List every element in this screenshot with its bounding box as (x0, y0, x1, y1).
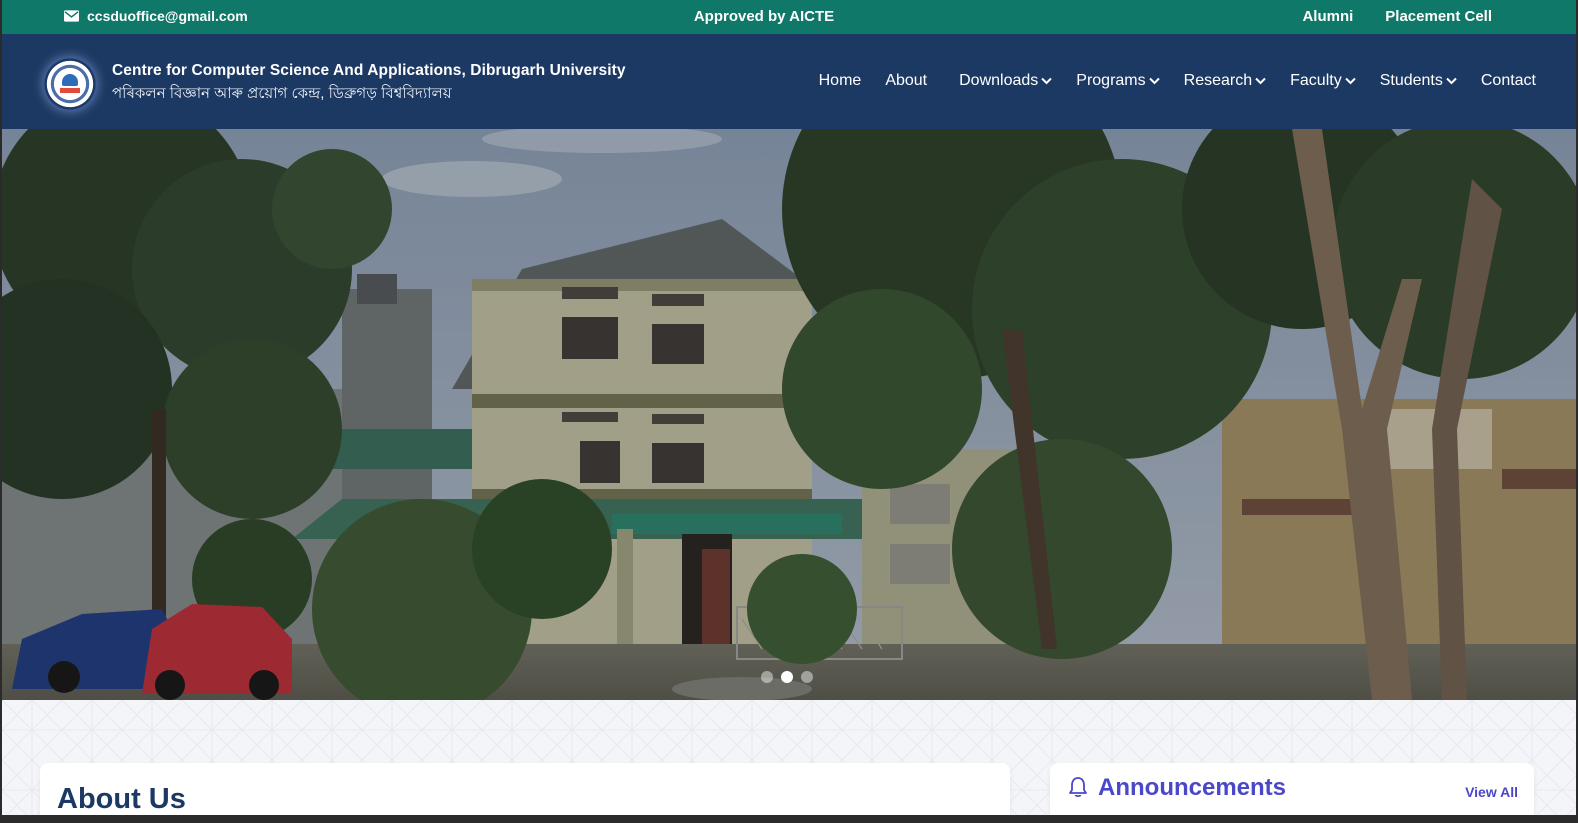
chevron-down-icon (1148, 77, 1160, 85)
nav-label: Students (1379, 72, 1443, 89)
nav-label: Programs (1076, 72, 1146, 89)
nav-item-programs[interactable]: Programs (1076, 72, 1160, 90)
about-heading: About Us (57, 783, 186, 815)
nav-label: Contact (1480, 72, 1536, 89)
nav-item-downloads[interactable]: Downloads (959, 72, 1052, 90)
nav-label: Home (818, 72, 862, 89)
chevron-down-icon (1255, 77, 1266, 85)
announcements-card: Announcements View All (1050, 763, 1534, 823)
carousel-dot-2[interactable] (781, 671, 793, 683)
main-navbar: Centre for Computer Science And Applicat… (2, 34, 1576, 129)
placement-cell-link[interactable]: Placement Cell (1385, 8, 1492, 25)
top-bar: ccsduoffice@gmail.com Approved by AICTE … (2, 0, 1576, 34)
campus-building-photo (2, 129, 1576, 700)
site-title-assamese: পৰিকলন বিজ্ঞান আৰু প্ৰয়োগ কেন্দ্ৰ, ডিব্… (112, 85, 452, 102)
nav-item-students[interactable]: Students (1380, 72, 1457, 90)
view-all-link[interactable]: View All (1465, 784, 1518, 800)
site-title-english: Centre for Computer Science And Applicat… (112, 62, 626, 79)
nav-item-home[interactable]: Home (819, 72, 862, 90)
carousel-indicators (761, 671, 813, 683)
nav-label: Research (1183, 72, 1253, 89)
nav-item-research[interactable]: Research (1184, 72, 1266, 90)
nav-menu: Home About Downloads Programs Research F… (819, 72, 1536, 90)
nav-item-contact[interactable]: Contact (1481, 72, 1536, 90)
about-card: About Us (40, 763, 1010, 823)
nav-label: About (885, 72, 928, 89)
carousel-dot-3[interactable] (801, 671, 813, 683)
chevron-down-icon (1041, 77, 1052, 85)
hero-carousel[interactable] (2, 129, 1576, 700)
alumni-link[interactable]: Alumni (1302, 8, 1353, 25)
nav-label: Faculty (1290, 72, 1342, 89)
nav-item-faculty[interactable]: Faculty (1290, 72, 1356, 90)
content-section: About Us Announcements View All (2, 700, 1576, 823)
nav-label: Downloads (959, 72, 1039, 89)
carousel-dot-1[interactable] (761, 671, 773, 683)
bell-icon (1069, 777, 1087, 798)
site-brand[interactable]: Centre for Computer Science And Applicat… (112, 62, 626, 107)
university-logo[interactable] (42, 56, 98, 112)
chevron-down-icon (1344, 77, 1356, 85)
nav-item-about[interactable]: About (885, 72, 927, 90)
announcements-heading: Announcements (1098, 774, 1287, 801)
chevron-down-icon (1446, 77, 1457, 85)
approval-text: Approved by AICTE (693, 8, 835, 25)
window-edge (2, 815, 1578, 823)
